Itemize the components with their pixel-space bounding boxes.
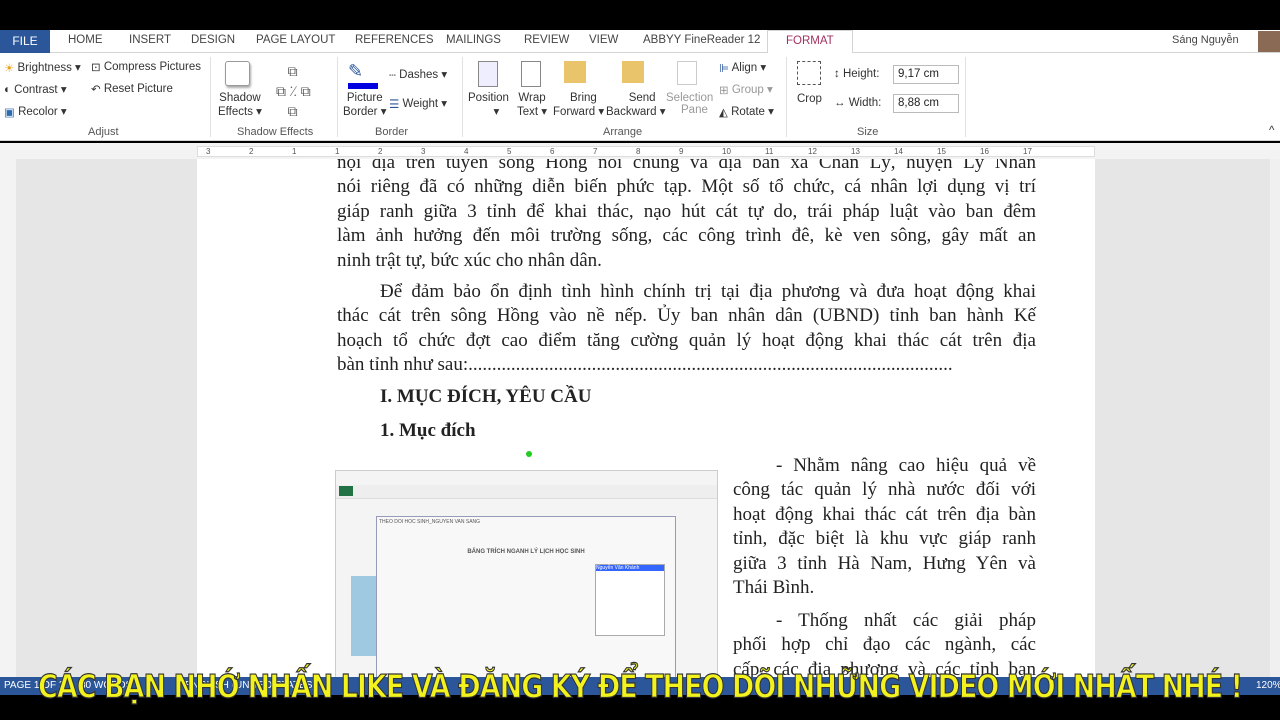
- ruler-tick: 3: [206, 147, 211, 156]
- document-page[interactable]: nội địa trên tuyến sông Hồng nói chung v…: [197, 159, 1095, 677]
- tab-format[interactable]: FORMAT: [767, 30, 853, 54]
- ruler-tick: 1: [292, 147, 297, 156]
- dashes-icon: ┄: [389, 69, 396, 82]
- ruler-tick: 11: [765, 147, 774, 156]
- width-icon: ↔: [834, 97, 846, 109]
- selection-pane-icon: [677, 61, 697, 85]
- ribbon: ☀ Brightness ▾ ◐ Contrast ▾ ▣ Recolor ▾ …: [0, 53, 1280, 141]
- position-button[interactable]: Position ▾: [468, 92, 509, 118]
- collapse-ribbon-icon[interactable]: ^: [1269, 125, 1274, 137]
- sun-icon: ☀: [4, 62, 15, 75]
- rotate-button[interactable]: ◭ Rotate ▾: [719, 104, 774, 119]
- ruler-tick: 3: [421, 147, 426, 156]
- picture-border-icon: ✎: [348, 61, 378, 89]
- ruler-tick: 4: [464, 147, 469, 156]
- group-icon: ⊞: [719, 84, 729, 97]
- paragraph-4: - Thống nhất các giải pháp phối hợp chỉ đ…: [733, 610, 1036, 677]
- tab-mailings[interactable]: MAILINGS: [446, 34, 501, 46]
- rotate-handle[interactable]: [526, 451, 532, 457]
- ruler-tick: 6: [550, 147, 555, 156]
- width-label: ↔ Width:: [834, 97, 882, 109]
- ruler-tick: 15: [937, 147, 946, 156]
- contrast-button[interactable]: ◐ Contrast ▾: [4, 82, 67, 96]
- ruler-tick: 2: [249, 147, 254, 156]
- send-backward-button[interactable]: Send Backward ▾: [606, 92, 665, 118]
- group-button[interactable]: ⊞ Group ▾: [719, 82, 773, 97]
- ruler-tick: 1: [335, 147, 340, 156]
- tab-abbyy[interactable]: ABBYY FineReader 12: [643, 34, 760, 46]
- group-label-size: Size: [857, 126, 879, 138]
- ruler-tick: 9: [679, 147, 684, 156]
- tab-insert[interactable]: INSERT: [129, 34, 171, 46]
- heading-muc-dich-yeu-cau: I. MỤC ĐÍCH, YÊU CẦU: [380, 386, 592, 407]
- reset-icon: ↶: [91, 84, 101, 96]
- user-name[interactable]: Sáng Nguyễn: [1172, 34, 1239, 46]
- reset-picture-button[interactable]: ↶ Reset Picture: [91, 82, 173, 96]
- compress-icon: ⊡: [91, 62, 101, 74]
- tab-file[interactable]: FILE: [0, 30, 50, 53]
- picture-border-button[interactable]: Picture Border ▾: [343, 92, 387, 118]
- height-icon: ↕: [834, 68, 840, 80]
- form-window: THEO DOI HOC SINH_NGUYEN VAN SANG BẢNG T…: [376, 516, 676, 677]
- ribbon-tab-bar: FILE HOME INSERT DESIGN PAGE LAYOUT REFE…: [0, 30, 1280, 54]
- video-caption-overlay: CÁC BẠN NHỚ NHẤN LIKE VÀ ĐĂNG KÝ ĐỂ THEO…: [38, 668, 1244, 707]
- ruler-tick: 5: [507, 147, 512, 156]
- ruler-scale[interactable]: 3 2 1 1 2 3 4 5 6 7 8 9 10 11 12 13 14 15 16 17: [197, 146, 1095, 157]
- width-input[interactable]: 8,88 cm: [893, 94, 959, 113]
- shadow-effects-icon: [225, 61, 250, 86]
- crop-icon: [797, 61, 821, 85]
- ruler-tick: 10: [722, 147, 731, 156]
- group-label-shadow: Shadow Effects: [237, 126, 314, 138]
- tab-page-layout[interactable]: PAGE LAYOUT: [256, 34, 335, 46]
- bring-forward-button[interactable]: Bring Forward ▾: [553, 92, 604, 118]
- group-label-border: Border: [375, 126, 409, 138]
- tab-design[interactable]: DESIGN: [191, 34, 235, 46]
- send-backward-icon: [622, 61, 644, 83]
- recolor-icon: ▣: [4, 106, 15, 119]
- dashes-button[interactable]: ┄ Dashes ▾: [389, 67, 447, 82]
- document-area: nội địa trên tuyến sông Hồng nói chung v…: [0, 159, 1280, 677]
- tab-references[interactable]: REFERENCES: [355, 34, 434, 46]
- bring-forward-icon: [564, 61, 586, 83]
- ruler-tick: 12: [808, 147, 817, 156]
- inserted-picture[interactable]: THEO DOI HOC SINH_NGUYEN VAN SANG BẢNG T…: [335, 470, 718, 677]
- align-icon: ⊫: [719, 62, 730, 75]
- ruler-tick: 2: [378, 147, 383, 156]
- shadow-effects-button[interactable]: Shadow Effects ▾: [218, 92, 262, 118]
- ruler-tick: 16: [980, 147, 989, 156]
- wrap-text-icon: [521, 61, 541, 87]
- ruler-tick: 7: [593, 147, 598, 156]
- recolor-button[interactable]: ▣ Recolor ▾: [4, 104, 67, 119]
- tab-review[interactable]: REVIEW: [524, 34, 569, 46]
- selection-pane-button[interactable]: Selection Pane: [666, 92, 713, 116]
- paragraph-3: - Nhằm nâng cao hiệu quả về công tác quản…: [733, 455, 1036, 599]
- crop-button[interactable]: Crop: [797, 93, 822, 105]
- group-label-arrange: Arrange: [603, 126, 643, 138]
- heading-muc-dich: 1. Mục đích: [380, 420, 476, 441]
- align-button[interactable]: ⊫ Align ▾: [719, 60, 766, 75]
- shadow-nudge-icons[interactable]: ⧉ ⧉ ⁒ ⧉ ⧉: [276, 61, 311, 121]
- brightness-button[interactable]: ☀ Brightness ▾: [4, 60, 81, 75]
- paragraph-2: Để đảm bảo ổn định tình hình chính trị t…: [337, 281, 1036, 376]
- avatar[interactable]: [1258, 31, 1280, 52]
- paragraph-1: nội địa trên tuyến sông Hồng nói chung v…: [337, 159, 1036, 271]
- ruler-tick: 14: [894, 147, 903, 156]
- contrast-icon: ◐: [4, 83, 11, 96]
- ruler-tick: 13: [851, 147, 860, 156]
- height-input[interactable]: 9,17 cm: [893, 65, 959, 84]
- rotate-icon: ◭: [719, 106, 728, 119]
- position-icon: [478, 61, 498, 87]
- vertical-scrollbar[interactable]: [1270, 159, 1280, 677]
- height-label: ↕ Height:: [834, 68, 880, 80]
- wrap-text-button[interactable]: Wrap Text ▾: [517, 92, 547, 118]
- compress-pictures-button[interactable]: ⊡ Compress Pictures: [91, 60, 201, 74]
- vertical-ruler: [0, 159, 16, 677]
- ruler-tick: 17: [1023, 147, 1032, 156]
- tab-view[interactable]: VIEW: [589, 34, 618, 46]
- tab-home[interactable]: HOME: [68, 34, 103, 46]
- weight-icon: ☰: [389, 98, 400, 111]
- group-label-adjust: Adjust: [88, 126, 119, 138]
- weight-button[interactable]: ☰ Weight ▾: [389, 96, 447, 111]
- ruler-tick: 8: [636, 147, 641, 156]
